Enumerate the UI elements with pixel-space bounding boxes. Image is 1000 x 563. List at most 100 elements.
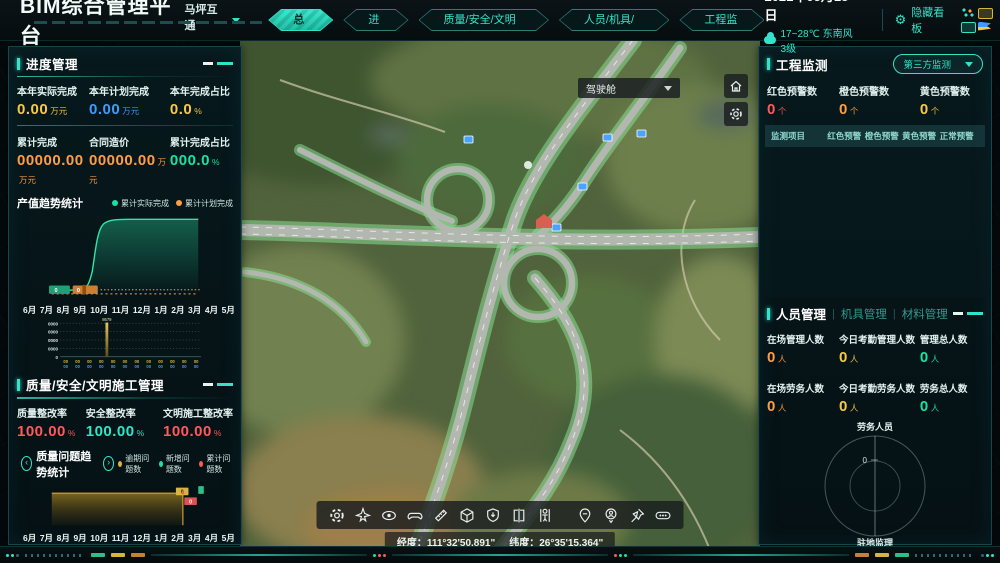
issue-trend-header: ‹ 质量问题趋势统计 › 逾期问题数 新增问题数 累计问题数 <box>9 443 241 480</box>
issue-trend-chart: 0 0 <box>12 482 238 532</box>
brand-decoration <box>34 21 262 24</box>
svg-text:0000: 0000 <box>48 346 59 351</box>
current-date: 2021年05月18日 <box>764 0 855 24</box>
section-accent <box>767 58 770 70</box>
aerial-interchange-scene <box>240 40 760 555</box>
output-trend-months: 6月7月8月 9月10月11月 12月1月2月 3月4月5月 <box>9 304 241 316</box>
hide-board-button[interactable]: ⚙ 隐藏看板 <box>895 4 947 36</box>
main-nav: 总览 进度 质量/安全/文明施工 人员/机具/材料 工程监测 <box>268 9 764 31</box>
more-icon[interactable] <box>655 507 672 524</box>
tab-personnel-material[interactable]: 人员/机具/材料 <box>559 9 670 31</box>
svg-text:0000: 0000 <box>48 321 59 326</box>
tab-machinery[interactable]: 机具管理 <box>841 306 887 322</box>
section-accent <box>17 379 20 391</box>
divider <box>882 9 883 31</box>
dots-icon[interactable] <box>961 8 974 17</box>
tab-personnel[interactable]: 人员管理 <box>776 304 826 323</box>
measure-icon[interactable] <box>433 507 450 524</box>
tab-material[interactable]: 材料管理 <box>902 306 948 322</box>
app-brand: BIM综合管理平台 马坪互通 <box>20 0 240 50</box>
stat-quality-rate: 质量整改率 100.00% <box>17 405 86 441</box>
compare-icon[interactable] <box>511 507 528 524</box>
cockpit-dropdown[interactable]: 驾驶舱 <box>578 78 680 98</box>
footer-line <box>633 554 849 556</box>
stat-total-labor: 劳务总人数 0人 <box>920 381 983 416</box>
footer-leds <box>614 554 627 557</box>
person-pin-icon[interactable] <box>603 507 620 524</box>
tab-progress[interactable]: 进度 <box>343 9 408 31</box>
header-widgets <box>961 8 992 33</box>
footer-chip-orange <box>855 553 869 557</box>
settings-icon[interactable] <box>329 507 346 524</box>
monitor-title: 工程监测 <box>776 55 828 74</box>
pin-remove-icon[interactable] <box>577 507 594 524</box>
svg-text:0: 0 <box>189 499 192 505</box>
stat-yellow-warnings: 黄色预警数 0个 <box>920 83 983 119</box>
shield-icon[interactable] <box>485 507 502 524</box>
monitor-table-body <box>765 147 985 297</box>
legend-plan: 累计计划完成 <box>176 198 233 209</box>
roam-icon[interactable] <box>407 507 424 524</box>
stat-safety-rate: 安全整改率 100.00% <box>86 405 163 441</box>
header-dashes <box>203 383 233 386</box>
yellow-panel-icon[interactable] <box>978 8 993 19</box>
footer-decoration <box>0 546 1000 563</box>
next-arrow-icon[interactable]: › <box>103 456 114 471</box>
prev-arrow-icon[interactable]: ‹ <box>21 456 32 471</box>
footer-leds <box>981 554 994 557</box>
home-button[interactable] <box>724 74 748 98</box>
legend-actual: 累计实际完成 <box>112 198 169 209</box>
teal-panel-icon[interactable] <box>961 22 976 33</box>
monthly-output-bar-chart: 0000 0000 0000 0000 0 8679 0000 0000 000… <box>12 317 238 369</box>
green-dot-icon <box>159 461 163 467</box>
footer-dots <box>25 554 85 557</box>
home-icon <box>729 79 743 93</box>
svg-text:8679: 8679 <box>102 317 112 322</box>
svg-text:劳务人员: 劳务人员 <box>857 421 893 432</box>
gear-icon: ⚙ <box>895 13 907 28</box>
pushpin-icon[interactable] <box>629 507 646 524</box>
red-dot-icon <box>199 461 203 467</box>
legend-new: 新增问题数 <box>159 453 193 475</box>
fly-icon[interactable] <box>355 507 372 524</box>
model-icon[interactable] <box>459 507 476 524</box>
tab-quality-safety[interactable]: 质量/安全/文明施工 <box>419 9 549 31</box>
quality-title: 质量/安全/文明施工管理 <box>26 375 164 394</box>
top-header: BIM综合管理平台 马坪互通 总览 进度 质量/安全/文明施工 人员/机具/材料… <box>0 0 1000 41</box>
footer-leds <box>6 554 19 557</box>
output-trend-header: 产值趋势统计 累计实际完成 累计计划完成 <box>9 190 241 211</box>
tab-overview[interactable]: 总览 <box>268 9 333 31</box>
cloud-icon <box>764 36 776 44</box>
personnel-stats-row2: 在场劳务人数 0人 今日考勤劳务人数 0人 劳务总人数 0人 <box>759 377 991 418</box>
stat-total-managers: 管理总人数 0人 <box>920 332 983 367</box>
flag-icon[interactable] <box>978 22 991 31</box>
personnel-stats-row1: 在场管理人数 0人 今日考勤管理人数 0人 管理总人数 0人 <box>759 328 991 369</box>
footer-chip-green <box>895 553 909 557</box>
footer-line <box>151 554 367 556</box>
footer-leds <box>373 554 386 557</box>
personnel-section-header: 人员管理 | 机具管理 | 材料管理 <box>759 297 991 326</box>
stat-year-ratio: 本年完成占比 0.0% <box>170 83 233 119</box>
quality-section-header: 质量/安全/文明施工管理 <box>9 368 241 397</box>
monitor-source-dropdown[interactable]: 第三方监测 <box>893 54 983 74</box>
divider <box>17 397 233 398</box>
svg-text:0000: 0000 <box>48 330 59 335</box>
stat-orange-warnings: 橙色预警数 0个 <box>839 83 920 119</box>
figure-icon[interactable] <box>537 507 554 524</box>
svg-text:0: 0 <box>56 355 59 360</box>
left-panel: 进度管理 本年实际完成 0.00万元 本年计划完成 0.00万元 本年完成占比 … <box>8 46 242 545</box>
stat-attend-labor: 今日考勤劳务人数 0人 <box>839 381 920 416</box>
map-settings-button[interactable] <box>724 102 748 126</box>
weather-text: 17~28℃ 东南风3级 <box>780 25 855 55</box>
output-trend-title: 产值趋势统计 <box>17 195 83 211</box>
view-icon[interactable] <box>381 507 398 524</box>
footer-chip-yellow <box>875 553 889 557</box>
orange-dot-icon <box>176 200 182 206</box>
monitor-table-header: 监测项目 红色预警 橙色预警 黄色预警 正常预警 <box>765 125 985 147</box>
quality-stats: 质量整改率 100.00% 安全整改率 100.00% 文明施工整改率 100.… <box>9 401 241 443</box>
map-3d-view[interactable]: 驾驶舱 经度：111°32'50.891" 纬度：26°35'15.364" <box>240 40 760 555</box>
footer-chip-yellow <box>111 553 125 557</box>
yellow-dot-icon <box>118 461 122 467</box>
map-toolbar <box>317 501 684 529</box>
tab-monitoring[interactable]: 工程监测 <box>679 9 764 31</box>
